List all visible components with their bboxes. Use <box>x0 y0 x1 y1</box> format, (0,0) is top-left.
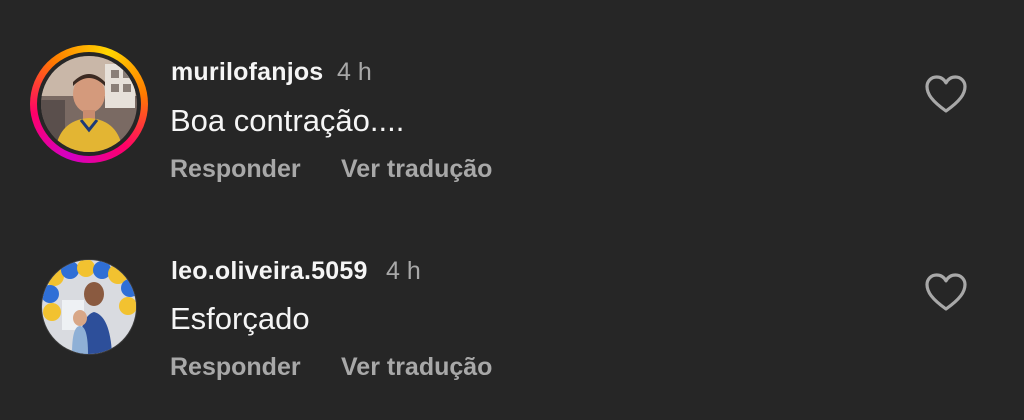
see-translation-button[interactable]: Ver tradução <box>341 155 492 184</box>
avatar[interactable] <box>30 249 148 367</box>
comment-timestamp: 4 h <box>386 257 421 285</box>
see-translation-button[interactable]: Ver tradução <box>341 353 492 382</box>
comment-text: Esforçado <box>170 301 310 336</box>
comment-text: Boa contração.... <box>170 103 405 138</box>
like-button[interactable] <box>924 74 968 114</box>
comment-item: leo.oliveira.5059 4 h Esforçado Responde… <box>0 200 1024 390</box>
heart-outline-icon <box>925 273 967 311</box>
comment-list: murilofanjos 4 h Boa contração.... Respo… <box>0 0 1024 420</box>
avatar-photo <box>41 259 137 355</box>
reply-button[interactable]: Responder <box>170 353 301 382</box>
avatar[interactable] <box>30 45 148 163</box>
comment-timestamp: 4 h <box>337 58 372 86</box>
comment-item: murilofanjos 4 h Boa contração.... Respo… <box>0 0 1024 190</box>
like-button[interactable] <box>924 272 968 312</box>
heart-outline-icon <box>925 75 967 113</box>
avatar-photo <box>41 56 137 152</box>
comment-username[interactable]: murilofanjos <box>171 58 323 87</box>
comment-username[interactable]: leo.oliveira.5059 <box>171 257 368 286</box>
story-ring <box>30 45 148 163</box>
reply-button[interactable]: Responder <box>170 155 301 184</box>
